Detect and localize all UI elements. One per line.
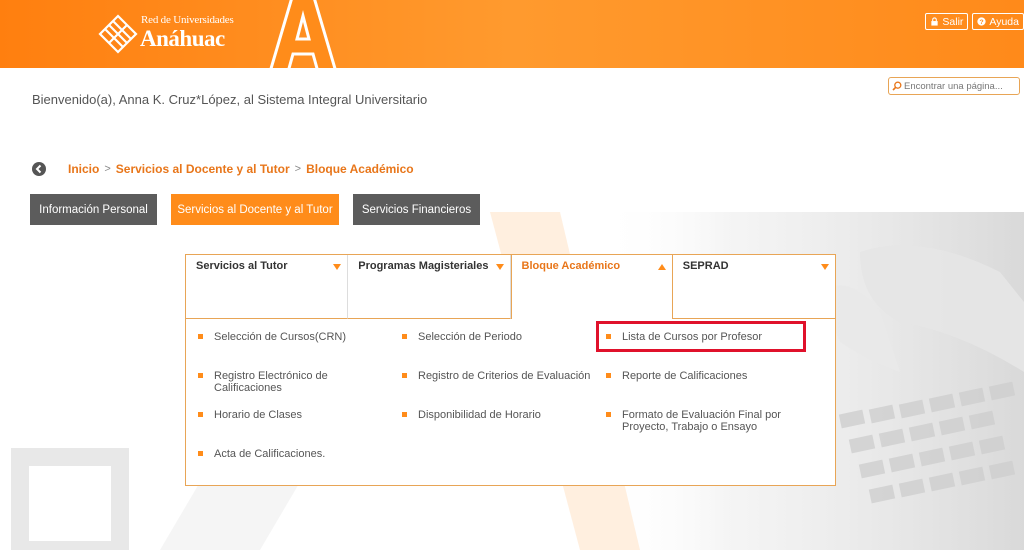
menu-item-label: Acta de Calificaciones.	[214, 448, 326, 460]
bullet-icon	[402, 334, 407, 339]
bullet-icon	[402, 373, 407, 378]
top-header: Red de Universidades Anáhuac Salir ? Ayu…	[0, 0, 1024, 68]
search-input[interactable]	[904, 80, 1014, 92]
menu-item-registro-electronico[interactable]: Registro Electrónico de Calificaciones	[198, 370, 378, 394]
tab-label: Programas Magisteriales	[358, 260, 489, 272]
breadcrumb-inicio[interactable]: Inicio	[68, 162, 99, 176]
tab-programas-magisteriales[interactable]: Programas Magisteriales	[348, 255, 511, 319]
logo-title: Anáhuac	[140, 26, 225, 51]
welcome-message: Bienvenido(a), Anna K. Cruz*López, al Si…	[32, 92, 428, 107]
caret-up-icon	[657, 264, 666, 270]
salir-label: Salir	[942, 15, 964, 28]
tab-servicios-tutor[interactable]: Servicios al Tutor	[186, 255, 349, 319]
breadcrumb-separator: >	[294, 163, 302, 175]
menu-item-horario-clases[interactable]: Horario de Clases	[198, 409, 378, 421]
ayuda-button[interactable]: ? Ayuda	[972, 13, 1024, 30]
bullet-icon	[606, 412, 611, 417]
menu-item-acta-calificaciones[interactable]: Acta de Calificaciones.	[198, 448, 378, 460]
menu-item-label: Selección de Periodo	[418, 331, 522, 343]
breadcrumb-separator: >	[104, 163, 111, 175]
lock-icon	[931, 17, 939, 26]
menu-item-label: Disponibilidad de Horario	[418, 409, 541, 421]
salir-button[interactable]: Salir	[925, 13, 969, 30]
menu-item-formato-evaluacion[interactable]: Formato de Evaluación Final por Proyecto…	[606, 409, 806, 433]
menu-item-label: Selección de Cursos(CRN)	[214, 331, 347, 343]
page-search[interactable]	[888, 77, 1020, 95]
menu-item-seleccion-cursos[interactable]: Selección de Cursos(CRN)	[198, 331, 378, 343]
bullet-icon	[198, 451, 203, 456]
bullet-icon	[198, 334, 203, 339]
caret-down-icon	[333, 264, 342, 270]
back-arrow-icon[interactable]	[32, 162, 46, 176]
tab-label: Servicios al Tutor	[196, 260, 288, 272]
menu-item-disponibilidad-horario[interactable]: Disponibilidad de Horario	[402, 409, 582, 421]
menu-item-label: Registro de Criterios de Evaluación	[418, 370, 591, 382]
breadcrumb: Inicio > Servicios al Docente y al Tutor…	[32, 162, 414, 176]
bullet-icon	[198, 373, 203, 378]
bullet-icon	[402, 412, 407, 417]
tab-bloque-academico[interactable]: Bloque Académico	[510, 254, 673, 319]
menu-item-label: Formato de Evaluación Final por Proyecto…	[622, 409, 781, 433]
tab-seprad[interactable]: SEPRAD	[672, 255, 835, 319]
logo-subtitle: Red de Universidades	[141, 14, 234, 26]
anahuac-logo-icon	[98, 14, 138, 54]
tab-label: SEPRAD	[682, 260, 729, 272]
help-icon: ?	[977, 17, 987, 26]
informacion-personal-button[interactable]: Información Personal	[30, 194, 157, 225]
submenu-tabs: Servicios al Tutor Programas Magisterial…	[186, 254, 835, 319]
bullet-icon	[198, 412, 203, 417]
bullet-icon	[606, 373, 611, 378]
ayuda-label: Ayuda	[989, 15, 1019, 28]
search-icon	[892, 81, 902, 91]
menu-item-reporte-calificaciones[interactable]: Reporte de Calificaciones	[606, 370, 801, 382]
menu-item-label: Registro Electrónico de Calificaciones	[214, 370, 328, 394]
big-a-emblem-icon	[269, 0, 337, 68]
servicios-docente-button[interactable]: Servicios al Docente y al Tutor	[171, 194, 339, 225]
highlight-annotation	[596, 321, 806, 352]
caret-down-icon	[821, 264, 829, 270]
menu-item-registro-criterios[interactable]: Registro de Criterios de Evaluación	[402, 370, 597, 382]
menu-item-label: Reporte de Calificaciones	[622, 370, 748, 382]
caret-down-icon	[495, 264, 504, 270]
menu-item-seleccion-periodo[interactable]: Selección de Periodo	[402, 331, 582, 343]
menu-item-label: Horario de Clases	[214, 409, 303, 421]
tab-label: Bloque Académico	[521, 260, 621, 272]
svg-text:?: ?	[980, 19, 984, 26]
servicios-financieros-button[interactable]: Servicios Financieros	[353, 194, 480, 225]
breadcrumb-servicios-docente[interactable]: Servicios al Docente y al Tutor	[116, 162, 290, 176]
breadcrumb-bloque-academico[interactable]: Bloque Académico	[306, 162, 414, 176]
